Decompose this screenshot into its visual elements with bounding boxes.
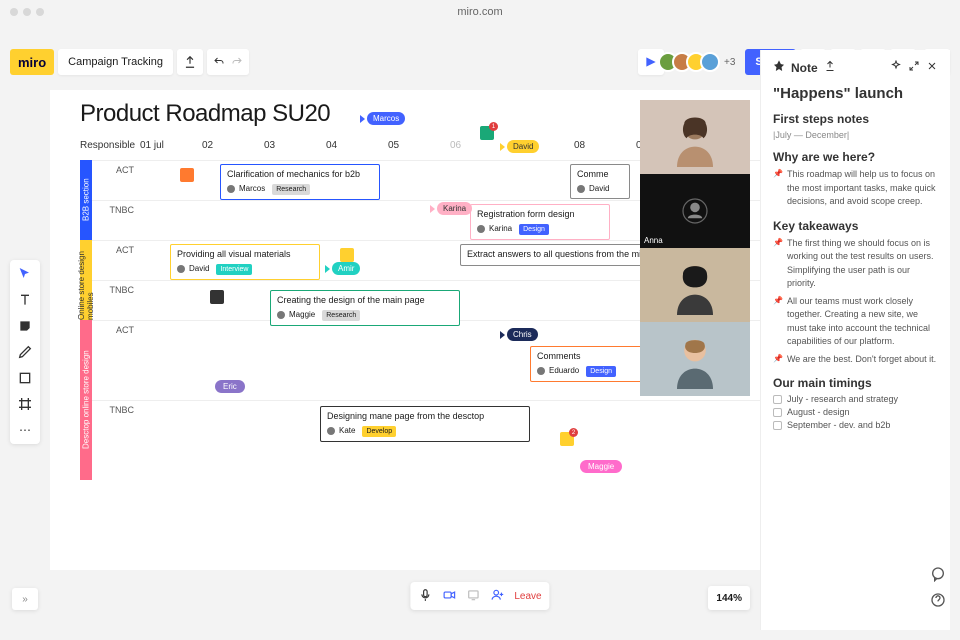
note-section: First steps notes: [773, 112, 938, 126]
task-card[interactable]: Creating the design of the main page Mag…: [270, 290, 460, 326]
add-user-icon[interactable]: [490, 588, 504, 605]
video-tile[interactable]: Anna: [640, 174, 750, 248]
magic-icon[interactable]: [890, 60, 902, 75]
video-tile[interactable]: [640, 322, 750, 396]
pen-tool[interactable]: [17, 344, 33, 360]
section-b2b: B2B section: [80, 160, 92, 240]
task-card[interactable]: Clarification of mechanics for b2b Marco…: [220, 164, 380, 200]
minimap-toggle[interactable]: »: [12, 588, 38, 610]
note-text: The first thing we should focus on is wo…: [787, 237, 938, 291]
row-label: ACT: [92, 165, 140, 175]
note-text: This roadmap will help us to focus on th…: [787, 168, 938, 209]
sticky-icon[interactable]: 1: [480, 126, 494, 140]
note-text: All our teams must work closely together…: [787, 295, 938, 349]
note-section: Key takeaways: [773, 219, 938, 233]
sticky-icon[interactable]: [340, 248, 354, 262]
close-icon[interactable]: [926, 60, 938, 75]
checklist-item[interactable]: July - research and strategy: [773, 394, 938, 404]
task-card[interactable]: Registration form design KarinaDesign: [470, 204, 610, 240]
window-controls: [10, 8, 44, 16]
note-text: We are the best. Don't forget about it.: [787, 353, 936, 367]
frame-tool[interactable]: [17, 396, 33, 412]
section-desktop: Desctop online store design: [80, 320, 92, 480]
select-tool[interactable]: [17, 266, 33, 282]
board-title: Product Roadmap SU20: [80, 100, 330, 128]
expand-icon[interactable]: [908, 60, 920, 75]
note-section: Why are we here?: [773, 150, 938, 164]
row-label: TNBC: [92, 405, 140, 415]
pin-icon[interactable]: [773, 60, 785, 75]
mic-icon[interactable]: [418, 588, 432, 605]
user-cursor: Maggie: [580, 460, 622, 473]
sticky-tool[interactable]: [17, 318, 33, 334]
left-toolbar: ⋯: [10, 260, 40, 444]
user-cursor: Amir: [325, 262, 360, 275]
checklist-item[interactable]: August - design: [773, 407, 938, 417]
text-tool[interactable]: [17, 292, 33, 308]
note-subtitle: |July — December|: [773, 130, 938, 140]
user-cursor: Karina: [430, 202, 472, 215]
note-panel: Note "Happens" launch First steps notes …: [760, 50, 950, 630]
video-tile[interactable]: [640, 248, 750, 322]
user-cursor: Marcos: [360, 112, 405, 125]
sticky-icon[interactable]: [180, 168, 194, 182]
user-cursor: Chris: [500, 328, 538, 341]
sticky-icon[interactable]: 2: [560, 432, 574, 446]
zoom-level[interactable]: 144%: [708, 586, 750, 610]
camera-icon[interactable]: [442, 588, 456, 605]
share-screen-icon[interactable]: [466, 588, 480, 605]
leave-button[interactable]: Leave: [514, 591, 541, 602]
chat-icon[interactable]: [928, 564, 948, 584]
upload-icon[interactable]: [824, 60, 836, 75]
sticky-icon[interactable]: [210, 290, 224, 304]
shape-tool[interactable]: [17, 370, 33, 386]
export-icon[interactable]: [177, 49, 203, 75]
call-toolbar: Leave: [410, 582, 549, 610]
task-card[interactable]: Providing all visual materials DavidInte…: [170, 244, 320, 280]
row-label: TNBC: [92, 205, 140, 215]
board-name[interactable]: Campaign Tracking: [58, 49, 173, 75]
collaborator-avatars[interactable]: +3: [664, 52, 735, 72]
task-card[interactable]: Comme David: [570, 164, 630, 199]
row-label: TNBC: [92, 285, 140, 295]
avatar-overflow[interactable]: +3: [724, 57, 735, 68]
help-icon-bottom[interactable]: [928, 590, 948, 610]
task-card[interactable]: Designing mane page from the desctop Kat…: [320, 406, 530, 442]
user-cursor: David: [500, 140, 539, 153]
note-heading: "Happens" launch: [773, 85, 938, 102]
video-panel: Anna: [640, 100, 750, 396]
note-section: Our main timings: [773, 376, 938, 390]
miro-logo[interactable]: miro: [10, 49, 54, 75]
note-title-label: Note: [791, 61, 818, 75]
video-tile[interactable]: [640, 100, 750, 174]
row-label: ACT: [92, 325, 140, 335]
section-mobile: Online store design mobiles: [80, 240, 92, 320]
url-bar: miro.com: [457, 6, 502, 18]
undo-redo[interactable]: [207, 49, 249, 75]
more-tools[interactable]: ⋯: [17, 422, 33, 438]
row-label: ACT: [92, 245, 140, 255]
user-cursor: Eric: [215, 380, 245, 393]
checklist-item[interactable]: September - dev. and b2b: [773, 420, 938, 430]
